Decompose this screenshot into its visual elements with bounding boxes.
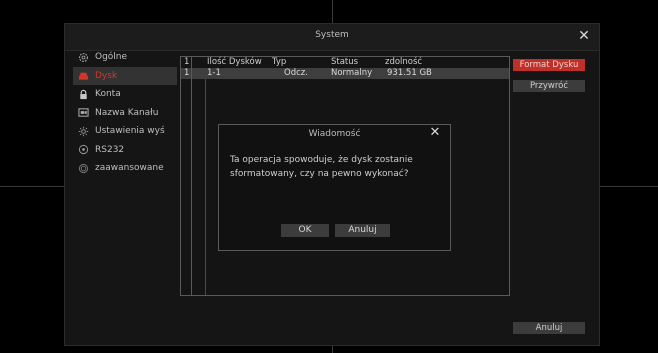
sidebar-item-label: Nazwa Kanału xyxy=(95,107,159,118)
window-titlebar: System ✕ xyxy=(65,24,599,51)
lock-icon xyxy=(77,88,89,100)
sidebar-item-konta[interactable]: Konta xyxy=(73,85,177,104)
table-header: 1 Ilość Dysków Typ Status zdolność xyxy=(181,57,509,68)
sidebar-item-label: Konta xyxy=(95,89,121,100)
ok-button[interactable]: OK xyxy=(281,224,329,237)
gear-icon xyxy=(77,51,89,63)
sidebar-item-nazwa-kanalu[interactable]: Nazwa Kanału xyxy=(73,104,177,123)
sidebar-item-label: Dysk xyxy=(95,70,118,81)
dialog-message: Ta operacja spowoduje, że dysk zostanie … xyxy=(230,153,440,181)
sidebar-item-zaawansowane[interactable]: zaawansowane xyxy=(73,159,177,178)
cell-type: Odcz. xyxy=(284,68,308,78)
sidebar-item-ogolne[interactable]: Ogólne xyxy=(73,48,177,67)
dialog-message-line: Ta operacja spowoduje, że dysk zostanie xyxy=(230,155,413,165)
sidebar-item-label: Ogólne xyxy=(95,52,128,63)
sidebar-item-label: RS232 xyxy=(95,144,125,155)
table-row[interactable]: 1 1-1 Odcz. Normalny 931.51 GB xyxy=(181,68,509,79)
format-disk-button[interactable]: Format Dysku xyxy=(513,59,585,71)
column-divider xyxy=(191,57,192,295)
sun-icon xyxy=(77,125,89,137)
header-num: 1 xyxy=(184,57,190,67)
sidebar-item-ustawienia-wyswietlania[interactable]: Ustawienia wyś xyxy=(73,122,177,141)
hdd-icon xyxy=(77,70,89,82)
advanced-icon xyxy=(77,162,89,174)
sidebar-item-label: Ustawienia wyś xyxy=(95,126,165,137)
window-title: System xyxy=(315,30,349,40)
camera-icon xyxy=(77,107,89,119)
window-close-icon[interactable]: ✕ xyxy=(577,29,591,43)
dialog-message-line: sformatowany, czy na pewno wykonać? xyxy=(230,169,409,179)
header-capacity: zdolność xyxy=(385,57,423,67)
cell-capacity: 931.51 GB xyxy=(387,68,432,78)
cell-disk-count: 1-1 xyxy=(207,68,221,78)
cell-status: Normalny xyxy=(331,68,373,78)
port-icon xyxy=(77,144,89,156)
sidebar: Ogólne Dysk Konta Nazwa Kanału Ustawieni… xyxy=(73,48,177,178)
dialog-cancel-button[interactable]: Anuluj xyxy=(335,224,390,237)
dialog-close-icon[interactable]: ✕ xyxy=(428,126,442,140)
header-status: Status xyxy=(331,57,359,67)
sidebar-item-label: zaawansowane xyxy=(95,163,164,174)
sidebar-item-rs232[interactable]: RS232 xyxy=(73,141,177,160)
header-type: Typ xyxy=(272,57,287,67)
message-dialog: Wiadomość ✕ Ta operacja spowoduje, że dy… xyxy=(218,124,451,251)
restore-button[interactable]: Przywróć xyxy=(513,80,585,92)
column-divider xyxy=(205,79,206,295)
sidebar-item-dysk[interactable]: Dysk xyxy=(73,66,177,85)
dialog-title: Wiadomość xyxy=(308,129,361,139)
header-disk-count: Ilość Dysków xyxy=(207,57,262,67)
cancel-button[interactable]: Anuluj xyxy=(513,322,585,334)
cell-num: 1 xyxy=(184,68,190,78)
